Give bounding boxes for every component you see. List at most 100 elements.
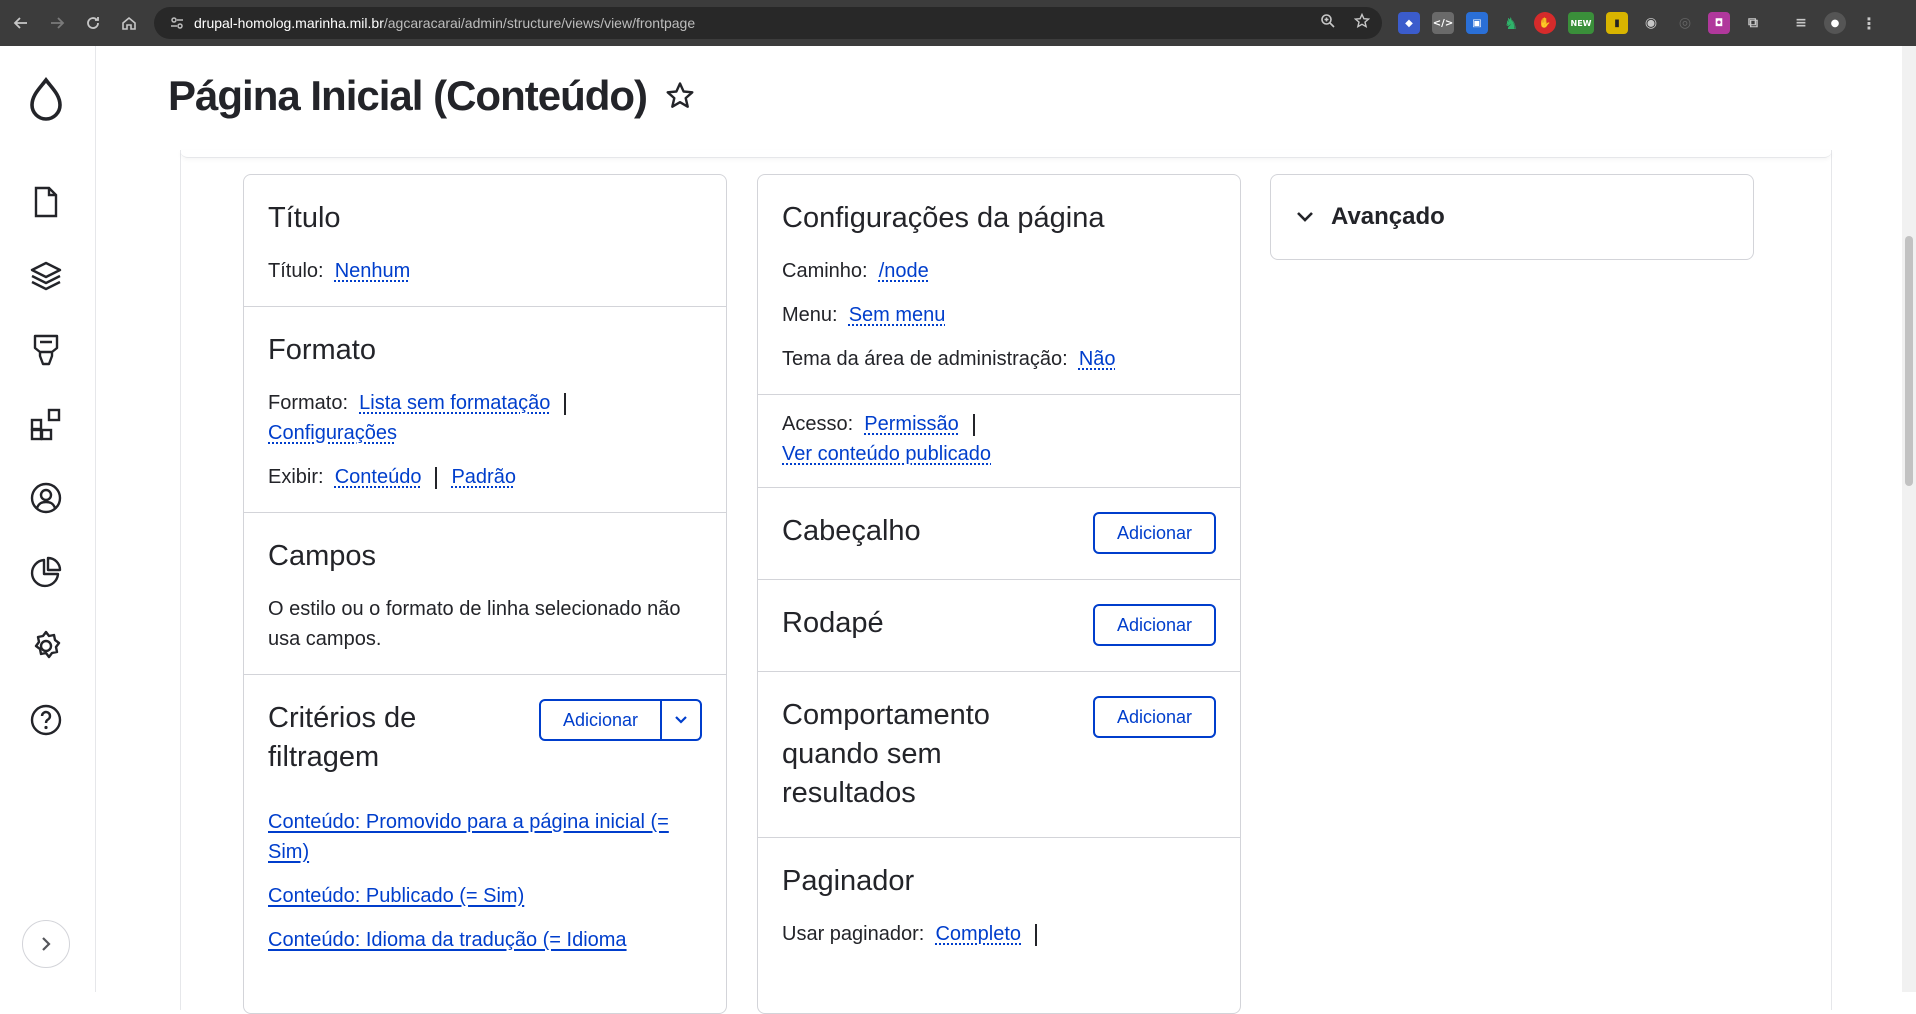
section-filters: Critérios de filtragem Adicionar Conteúd… [244,675,726,975]
reports-icon[interactable] [24,550,68,594]
separator [972,413,975,436]
extensions-puzzle-icon[interactable]: ⧉ [1742,12,1764,34]
site-settings-icon[interactable] [160,15,194,31]
admin-theme-label: Tema da área de administração: [782,348,1068,370]
view-column-middle: Configurações da página Caminho: /node M… [757,174,1241,1014]
configuration-icon[interactable] [24,624,68,668]
people-icon[interactable] [24,476,68,520]
view-column-right: Avançado [1270,174,1754,260]
extension-gray-icon[interactable]: ◎ [1674,12,1696,34]
section-pager-heading: Paginador [782,865,915,897]
extension-code-icon[interactable]: </> [1432,12,1454,34]
admin-theme-value-link[interactable]: Não [1079,348,1116,370]
pager-value-link[interactable]: Completo [935,923,1021,945]
filter-item-link[interactable]: Conteúdo: Publicado (= Sim) [268,885,524,907]
browser-menu-icon[interactable]: ⋮ [1858,12,1880,34]
extension-window-icon[interactable]: ▣ [1466,12,1488,34]
chevron-down-icon [675,716,687,724]
forward-icon[interactable] [42,8,72,38]
url-text: drupal-homolog.marinha.mil.br/agcaracara… [194,15,695,31]
media-list-icon[interactable]: ≡ [1790,12,1812,34]
appearance-icon[interactable] [24,328,68,372]
show-label: Exibir: [268,466,324,488]
page-title-text: Página Inicial (Conteúdo) [168,72,648,119]
section-access: Acesso: Permissão Ver conteúdo publicado [758,395,1240,488]
section-no-results-heading: Comportamento quando sem resultados [782,699,990,809]
home-icon[interactable] [114,8,144,38]
sidebar-expand-button[interactable] [22,920,70,968]
section-fields: Campos O estilo ou o formato de linha se… [244,513,726,675]
section-format-heading: Formato [268,334,376,366]
menu-label: Menu: [782,304,838,326]
extension-new-icon[interactable]: NEW [1568,12,1594,34]
add-header-button[interactable]: Adicionar [1092,512,1216,554]
pager-label: Usar paginador: [782,923,925,945]
format-settings-link[interactable]: Configurações [268,422,397,444]
page-scrollbar[interactable] [1902,46,1916,992]
add-no-results-button[interactable]: Adicionar [1092,696,1216,738]
format-label: Formato: [268,392,349,414]
advanced-label: Avançado [1331,203,1445,230]
content-icon[interactable] [24,180,68,224]
separator [435,466,438,489]
section-fields-heading: Campos [268,540,376,572]
access-label: Acesso: [782,413,854,435]
access-permission-link[interactable]: Ver conteúdo publicado [782,443,991,465]
extension-pink-icon[interactable]: ◘ [1708,12,1730,34]
filter-item-link[interactable]: Conteúdo: Idioma da tradução (= Idioma [268,929,627,951]
path-value-link[interactable]: /node [879,260,929,282]
zoom-icon[interactable] [1320,13,1336,33]
section-title-heading: Título [268,202,341,234]
add-footer-button[interactable]: Adicionar [1092,604,1216,646]
chevron-down-icon [1297,212,1313,222]
title-label: Título: [268,260,324,282]
show-default-link[interactable]: Padrão [451,466,516,488]
format-value-link[interactable]: Lista sem formatação [359,392,550,414]
address-bar[interactable]: drupal-homolog.marinha.mil.br/agcaracara… [154,7,1382,39]
url-host: drupal-homolog.marinha.mil.br [194,15,384,31]
extension-figure-icon[interactable]: ♞ [1500,12,1522,34]
section-footer: Rodapé Adicionar [758,580,1240,672]
extension-shield-icon[interactable]: ◆ [1398,12,1420,34]
extend-icon[interactable] [24,402,68,446]
separator [564,392,567,415]
add-filter-button[interactable]: Adicionar [541,701,662,739]
admin-sidebar [0,46,96,992]
section-filters-heading: Critérios de filtragem [268,702,417,773]
section-page-settings: Configurações da página Caminho: /node M… [758,175,1240,395]
separator [1035,923,1038,946]
extension-camera-icon[interactable]: ◉ [1640,12,1662,34]
drupal-logo-icon[interactable] [24,77,68,122]
url-path: /agcaracarai/admin/structure/views/view/… [383,15,696,31]
path-label: Caminho: [782,260,868,282]
extension-stop-icon[interactable]: ✋ [1534,12,1556,34]
extension-yellow-icon[interactable]: ▮ [1606,12,1628,34]
section-pager: Paginador Usar paginador: Completo [758,838,1240,969]
panel-top-edge [180,150,1832,158]
reload-icon[interactable] [78,8,108,38]
fields-notice-text: O estilo ou o formato de linha seleciona… [268,598,681,650]
menu-value-link[interactable]: Sem menu [849,304,946,326]
section-header: Cabeçalho Adicionar [758,488,1240,580]
section-title: Título Título: Nenhum [244,175,726,307]
chevron-right-icon [42,937,51,951]
access-value-link[interactable]: Permissão [864,413,958,435]
extension-new-badge: NEW [1570,18,1592,28]
title-value-link[interactable]: Nenhum [335,260,411,282]
browser-toolbar: drupal-homolog.marinha.mil.br/agcaracara… [0,0,1916,46]
add-filter-toggle[interactable] [662,701,700,739]
section-page-settings-heading: Configurações da página [782,202,1105,234]
add-filter-dropbutton: Adicionar [538,699,702,741]
help-icon[interactable] [24,698,68,742]
show-value-link[interactable]: Conteúdo [335,466,422,488]
structure-icon[interactable] [24,254,68,298]
bookmark-star-icon[interactable] [1353,12,1371,33]
scrollbar-thumb[interactable] [1905,236,1913,486]
favorite-star-icon[interactable] [665,79,699,113]
back-icon[interactable] [6,8,36,38]
view-column-left: Título Título: Nenhum Formato Formato: L… [243,174,727,1014]
advanced-toggle[interactable]: Avançado [1271,175,1753,259]
profile-avatar-icon[interactable]: ● [1824,12,1846,34]
page-title: Página Inicial (Conteúdo) [168,72,699,120]
filter-item-link[interactable]: Conteúdo: Promovido para a página inicia… [268,811,669,863]
